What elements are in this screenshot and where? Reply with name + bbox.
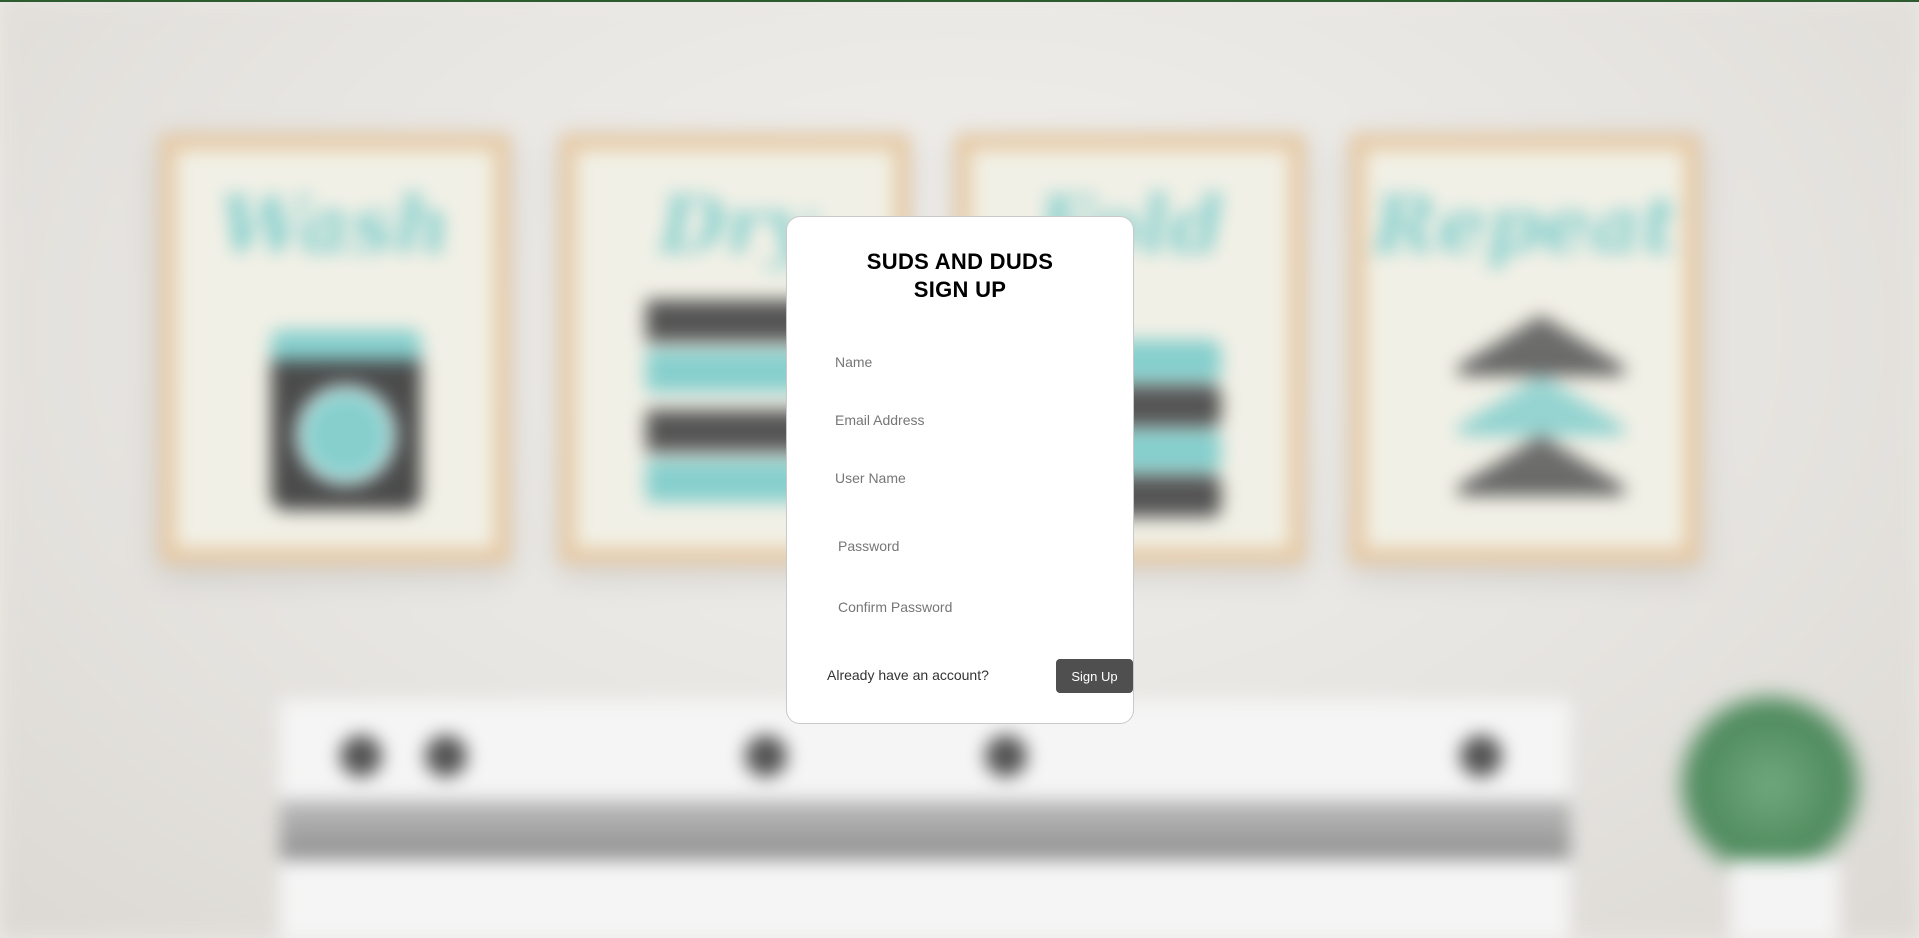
signup-card: SUDS AND DUDS SIGN UP Already have an ac… [786,216,1134,724]
washer-icon [271,330,421,510]
signup-button[interactable]: Sign Up [1056,659,1133,693]
counter-surface [280,800,1570,860]
signup-title: SUDS AND DUDS SIGN UP [787,248,1133,304]
name-input[interactable] [835,347,1085,377]
wall-art-word: Wash [219,180,451,271]
plant [1670,690,1870,880]
wall-art-word: Repeat [1372,180,1678,271]
hanger-icon [1451,315,1631,375]
brand-title: SUDS AND DUDS [866,249,1054,274]
username-input[interactable] [835,463,1085,493]
wall-art-wash: Wash [160,134,510,564]
wall-art-repeat: Repeat [1350,134,1700,564]
plant-pot [1730,860,1840,938]
top-accent-line [0,0,1919,2]
confirm-password-input[interactable] [838,592,1088,622]
signup-footer: Already have an account? Sign Up [827,659,1133,693]
password-input[interactable] [838,531,1088,561]
hanger-icon [1451,375,1631,435]
hanger-icon [1451,435,1631,495]
email-input[interactable] [835,405,1085,435]
login-prompt[interactable]: Already have an account? [827,667,989,683]
form-title: SIGN UP [913,277,1007,302]
